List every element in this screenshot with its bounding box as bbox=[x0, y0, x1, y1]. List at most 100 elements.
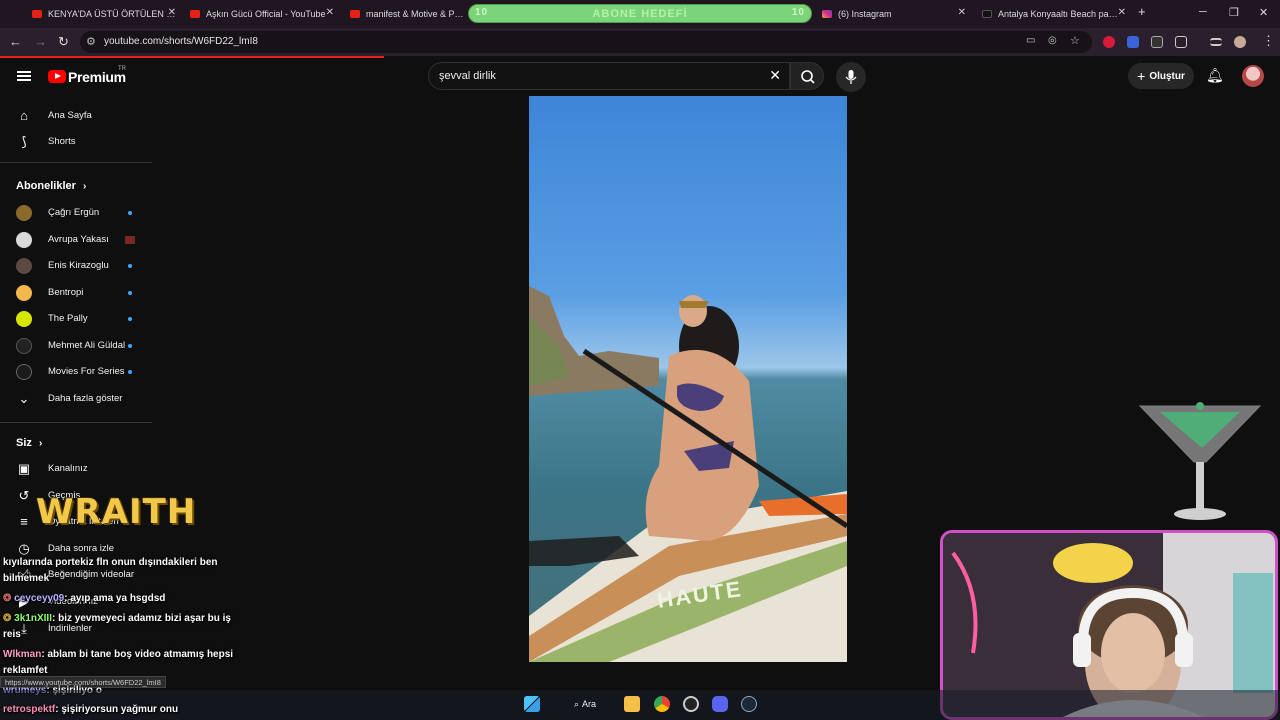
hamburger-menu-icon[interactable] bbox=[17, 71, 31, 81]
subscriber-goal-overlay: 10 ABONE HEDEFİ 10 bbox=[468, 4, 812, 23]
new-content-dot bbox=[128, 370, 132, 374]
channel-avatar bbox=[16, 258, 32, 274]
channel-avatar bbox=[16, 311, 32, 327]
browser-tab[interactable]: manifest & Motive & Pango bbox=[350, 4, 468, 24]
close-tab-icon[interactable]: ✕ bbox=[168, 7, 176, 18]
chat-text: : ayıp ama ya hsgdsd bbox=[64, 593, 166, 604]
chat-message: ❂ ceyceyy09: ayıp ama ya hsgdsd bbox=[3, 593, 165, 604]
search-button[interactable] bbox=[790, 62, 824, 90]
browser-toolbar: ← → ↻ ⚙ youtube.com/shorts/W6FD22_lmI8 ▭… bbox=[0, 28, 1280, 56]
reload-icon[interactable]: ↻ bbox=[58, 34, 69, 50]
bookmark-star-icon[interactable]: ☆ bbox=[1070, 34, 1080, 47]
maximize-icon[interactable]: ❐ bbox=[1229, 6, 1239, 19]
chat-text: reklamfet bbox=[3, 665, 48, 676]
new-content-dot bbox=[128, 291, 132, 295]
live-icon bbox=[125, 236, 135, 244]
shorts-video-player[interactable]: HAUTE bbox=[529, 96, 847, 662]
chat-username: ceyceyy09 bbox=[14, 593, 65, 604]
clock-icon: ◷ bbox=[18, 541, 30, 556]
sidebar-item-label: Shorts bbox=[48, 136, 76, 147]
chat-message: bilmemek bbox=[3, 573, 49, 584]
youtube-icon bbox=[190, 10, 200, 18]
sidebar-item-subscription[interactable]: The Pally bbox=[0, 306, 152, 332]
chat-message: reklamfet bbox=[3, 665, 47, 676]
chat-username: Wlkman bbox=[3, 649, 42, 660]
address-url: youtube.com/shorts/W6FD22_lmI8 bbox=[104, 36, 258, 47]
goal-left-count: 10 bbox=[475, 7, 489, 18]
browser-tab[interactable]: (6) Instagram ✕ bbox=[822, 4, 966, 24]
steam-icon[interactable] bbox=[741, 696, 757, 712]
history-icon: ↺ bbox=[18, 488, 30, 503]
divider bbox=[0, 422, 152, 423]
sidebar-item-subscription[interactable]: Bentropi bbox=[0, 280, 152, 306]
subscriptions-heading[interactable]: Abonelikler › bbox=[16, 180, 86, 192]
chat-username: retrospektf bbox=[3, 704, 56, 715]
extension-icon[interactable] bbox=[1151, 36, 1163, 48]
person-face bbox=[679, 295, 707, 327]
channel-avatar bbox=[16, 205, 32, 221]
youtube-icon bbox=[32, 10, 42, 18]
clear-search-icon[interactable]: ✕ bbox=[769, 67, 781, 84]
minimize-icon[interactable]: ─ bbox=[1199, 6, 1207, 18]
chevron-right-icon: › bbox=[38, 438, 43, 449]
sidebar-item-subscription[interactable]: Çağrı Ergün bbox=[0, 200, 152, 226]
goal-right-count: 10 bbox=[791, 7, 805, 18]
tab-search-icon[interactable] bbox=[1210, 38, 1222, 46]
sidebar-item-subscription[interactable]: Enis Kirazoglu bbox=[0, 253, 152, 279]
taskbar-search[interactable]: ⌕ Ara bbox=[560, 696, 610, 712]
chat-message: Wlkman: ablam bi tane boş video atmamış … bbox=[3, 649, 233, 660]
account-avatar[interactable] bbox=[1242, 65, 1264, 87]
extension-icon[interactable] bbox=[1127, 36, 1139, 48]
extension-icon[interactable] bbox=[1103, 36, 1115, 48]
close-window-icon[interactable]: ✕ bbox=[1259, 6, 1268, 19]
tiktok-icon bbox=[982, 10, 992, 18]
chat-message: ❂ 3k1nXIII: biz yevmeyeci adamız bizi aş… bbox=[3, 613, 231, 624]
browser-menu-icon[interactable]: ⋮ bbox=[1262, 33, 1275, 49]
close-tab-icon[interactable]: ✕ bbox=[326, 7, 334, 18]
playlist-icon: ≡ bbox=[20, 514, 28, 529]
chat-badge-icon: ❂ bbox=[3, 593, 12, 604]
windows-start-icon[interactable] bbox=[524, 696, 540, 712]
notifications-bell-icon[interactable]: 🔔︎ bbox=[1206, 67, 1224, 84]
youtube-logo-icon[interactable] bbox=[48, 70, 66, 83]
close-tab-icon[interactable]: ✕ bbox=[1118, 7, 1126, 18]
sidebar-item-label: Bentropi bbox=[48, 287, 84, 298]
browser-tab[interactable]: Antalya Konyaaltı Beach parkta ✕ bbox=[982, 4, 1126, 24]
sidebar-item-channel[interactable]: ▣ Kanalınız bbox=[0, 456, 152, 482]
discord-icon[interactable] bbox=[712, 696, 728, 712]
show-more-button[interactable]: ⌄ Daha fazla göster bbox=[0, 386, 152, 412]
search-icon: ⌕ bbox=[573, 698, 580, 709]
browser-tab[interactable]: Aşkın Gücü Official - YouTube ✕ bbox=[190, 4, 334, 24]
chat-message: reis bbox=[3, 629, 21, 640]
address-bar[interactable]: ⚙ youtube.com/shorts/W6FD22_lmI8 ▭ ◎ ☆ bbox=[80, 31, 1092, 53]
puzzle-icon[interactable] bbox=[1175, 36, 1187, 48]
sidebar-item-subscription[interactable]: Avrupa Yakası bbox=[0, 227, 152, 253]
chat-message: retrospektf: şişiriyorsun yağmur onu bbox=[3, 704, 178, 715]
eye-off-icon[interactable]: ◎ bbox=[1048, 35, 1057, 46]
you-heading[interactable]: Siz › bbox=[16, 437, 42, 449]
search-input[interactable]: şevval dirlik ✕ bbox=[428, 62, 790, 90]
tab-title: Aşkın Gücü Official - YouTube bbox=[206, 9, 326, 19]
cast-icon[interactable]: ▭ bbox=[1026, 35, 1035, 46]
chrome-icon[interactable] bbox=[654, 696, 670, 712]
obs-icon[interactable] bbox=[683, 696, 699, 712]
sidebar-item-home[interactable]: ⌂ Ana Sayfa bbox=[0, 103, 152, 129]
voice-search-button[interactable] bbox=[836, 62, 866, 92]
chevron-down-icon: ⌄ bbox=[18, 391, 30, 406]
back-icon[interactable]: ← bbox=[9, 34, 22, 49]
sidebar-item-label: Kanalınız bbox=[48, 463, 88, 474]
video-frame bbox=[529, 286, 847, 662]
profile-avatar[interactable] bbox=[1234, 36, 1246, 48]
sidebar-item-subscription[interactable]: Mehmet Ali Güldal bbox=[0, 333, 152, 359]
close-tab-icon[interactable]: ✕ bbox=[958, 7, 966, 18]
sidebar-item-subscription[interactable]: Movies For Series bbox=[0, 359, 152, 385]
sidebar-item-shorts[interactable]: ⟆ Shorts bbox=[0, 129, 152, 155]
search-icon bbox=[801, 70, 815, 84]
site-info-icon[interactable]: ⚙ bbox=[86, 35, 96, 48]
file-explorer-icon[interactable] bbox=[624, 696, 640, 712]
new-tab-button[interactable]: + bbox=[1138, 4, 1146, 19]
create-button[interactable]: + Oluştur bbox=[1128, 63, 1194, 89]
goal-label: ABONE HEDEFİ bbox=[592, 7, 688, 20]
forward-icon[interactable]: → bbox=[34, 34, 47, 49]
browser-tab[interactable]: KENYA'DA ÜSTÜ ÖRTÜLEN KOR ✕ bbox=[32, 4, 176, 24]
